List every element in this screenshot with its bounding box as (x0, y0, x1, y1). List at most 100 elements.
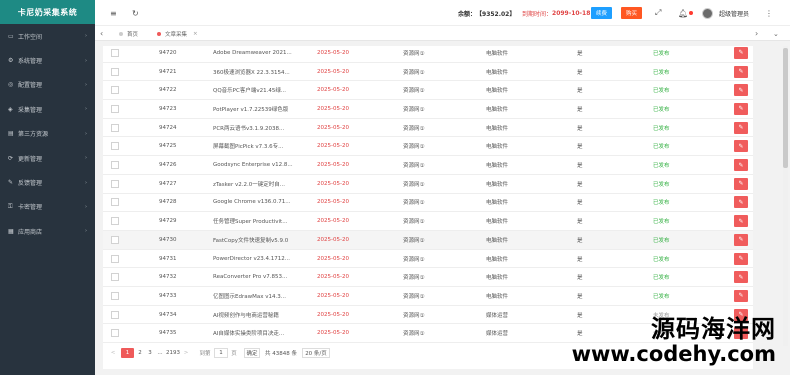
table-row[interactable]: 94730 FastCopy文件快速复制v5.9.0 2025-05-20 资源网① 电… (103, 231, 753, 250)
config-icon: ◎ (8, 81, 14, 89)
row-checkbox[interactable] (111, 217, 119, 226)
row-checkbox[interactable] (111, 235, 119, 244)
tab-home[interactable]: 首页 (119, 26, 138, 41)
row-checkbox[interactable] (111, 310, 119, 319)
edit-button[interactable]: ✎ (734, 84, 748, 97)
row-checkbox[interactable] (111, 291, 119, 300)
row-date: 2025-05-20 (317, 105, 349, 112)
row-id: 94729 (159, 218, 177, 225)
table-row[interactable]: 94724 PCR两云语书v3.1.9.2038... 2025-05-20 资源网①… (103, 119, 753, 138)
sidebar-item-8[interactable]: ▦ 应用商店 › (0, 219, 95, 243)
edit-button[interactable]: ✎ (734, 65, 748, 78)
table-row[interactable]: 94720 Adobe Dreamweaver 2021... 2025-05-20… (103, 46, 753, 63)
sidebar-item-6[interactable]: ✎ 反馈管理 › (0, 170, 95, 194)
table-row[interactable]: 94733 亿图图示EdrawMax v14.3... 2025-05-20 资源网①… (103, 287, 753, 306)
menu-toggle-icon[interactable]: ≡ (110, 0, 117, 26)
page-3-button[interactable]: 3 (146, 348, 154, 358)
edit-button[interactable]: ✎ (734, 271, 748, 284)
sidebar-item-4[interactable]: ▤ 第三方资源 › (0, 122, 95, 146)
row-checkbox[interactable] (111, 254, 119, 263)
table-row[interactable]: 94732 ReaConverter Pro v7.853... 2025-05-2… (103, 268, 753, 288)
sidebar-item-5[interactable]: ⟳ 更新管理 › (0, 146, 95, 170)
row-title[interactable]: PotPlayer v1.7.22539绿色版 (213, 105, 288, 113)
page-last-button[interactable]: 2193 (166, 348, 180, 358)
table-row[interactable]: 94721 360极速浏览器X 22.3.3154... 2025-05-20 资源网… (103, 63, 753, 82)
page-size-select[interactable]: 20 条/页 (302, 348, 330, 358)
row-title[interactable]: ReaConverter Pro v7.853... (213, 274, 287, 280)
tab-article-collect[interactable]: 文章采集 × (157, 26, 198, 41)
edit-button[interactable]: ✎ (734, 46, 748, 59)
row-checkbox[interactable] (111, 86, 119, 95)
fullscreen-icon[interactable]: ⤢ (655, 0, 661, 26)
row-title[interactable]: AI视频创作与电商运营秘籍 (213, 311, 279, 319)
goto-page-input[interactable]: 1 (214, 348, 228, 358)
row-title[interactable]: 屏幕截图PicPick v7.3.6专... (213, 142, 283, 150)
row-checkbox[interactable] (111, 123, 119, 132)
edit-button[interactable]: ✎ (734, 215, 748, 228)
refresh-icon[interactable]: ↻ (132, 0, 139, 26)
row-title[interactable]: QQ音乐PC客户端v21.45绿... (213, 86, 286, 94)
row-checkbox[interactable] (111, 273, 119, 282)
table-row[interactable]: 94726 Goodsync Enterprise v12.8... 2025-05… (103, 156, 753, 175)
row-checkbox[interactable] (111, 179, 119, 188)
row-title[interactable]: 亿图图示EdrawMax v14.3... (213, 292, 286, 300)
bell-icon[interactable]: 🔔︎ (678, 0, 694, 26)
sidebar-item-7[interactable]: ⚿ 卡密管理 › (0, 195, 95, 219)
row-checkbox[interactable] (111, 161, 119, 170)
edit-button[interactable]: ✎ (734, 289, 748, 302)
table-row[interactable]: 94725 屏幕截图PicPick v7.3.6专... 2025-05-20 资源网… (103, 138, 753, 157)
table-row[interactable]: 94729 任务管理Super Productivit... 2025-05-20 资… (103, 212, 753, 231)
edit-button[interactable]: ✎ (734, 159, 748, 172)
renew-button[interactable]: 续费 (591, 7, 613, 19)
buy-button[interactable]: 购买 (621, 7, 643, 19)
user-name[interactable]: 超级管理员 (719, 0, 749, 26)
table-row[interactable]: 94722 QQ音乐PC客户端v21.45绿... 2025-05-20 资源网① 电脑… (103, 81, 753, 101)
page-2-button[interactable]: 2 (136, 348, 144, 358)
edit-button[interactable]: ✎ (734, 177, 748, 190)
table-row[interactable]: 94731 PowerDirector v23.4.1712... 2025-05-… (103, 250, 753, 269)
row-checkbox[interactable] (111, 329, 119, 338)
edit-button[interactable]: ✎ (734, 233, 748, 246)
row-checkbox[interactable] (111, 104, 119, 113)
more-icon[interactable]: ⋮ (765, 0, 773, 26)
row-checkbox[interactable] (111, 142, 119, 151)
row-title[interactable]: PowerDirector v23.4.1712... (213, 256, 290, 262)
tab-scroll-right-icon[interactable]: › (755, 26, 758, 41)
edit-button[interactable]: ✎ (734, 102, 748, 115)
row-title[interactable]: 360极速浏览器X 22.3.3154... (213, 68, 290, 76)
table-row[interactable]: 94723 PotPlayer v1.7.22539绿色版 2025-05-20 资源… (103, 100, 753, 119)
page-prev-button[interactable]: < (109, 348, 117, 358)
row-checkbox[interactable] (111, 48, 119, 57)
sidebar-item-1[interactable]: ⚙ 系统管理 › (0, 48, 95, 72)
edit-button[interactable]: ✎ (734, 252, 748, 265)
row-title[interactable]: Goodsync Enterprise v12.8... (213, 162, 293, 168)
sidebar-item-0[interactable]: ▭ 工作空间 › (0, 24, 95, 48)
row-source: 资源网① (403, 106, 425, 113)
avatar[interactable] (702, 7, 713, 19)
goto-confirm-button[interactable]: 确定 (244, 348, 260, 358)
row-title[interactable]: 任务管理Super Productivit... (213, 217, 287, 225)
row-title[interactable]: Google Chrome v136.0.71... (213, 199, 290, 205)
tab-close-icon[interactable]: × (193, 31, 198, 37)
row-title[interactable]: zTasker v2.2.0一键定时自... (213, 180, 285, 188)
sidebar-item-2[interactable]: ◎ 配置管理 › (0, 73, 95, 97)
scrollbar-thumb[interactable] (783, 48, 788, 168)
row-checkbox[interactable] (111, 67, 119, 76)
row-title[interactable]: PCR两云语书v3.1.9.2038... (213, 124, 284, 132)
edit-button[interactable]: ✎ (734, 196, 748, 209)
tab-menu-chevron-down-icon[interactable]: ⌄ (773, 26, 779, 41)
edit-button[interactable]: ✎ (734, 140, 748, 153)
edit-button[interactable]: ✎ (734, 121, 748, 134)
row-title[interactable]: Adobe Dreamweaver 2021... (213, 50, 292, 56)
row-title[interactable]: FastCopy文件快速复制v5.9.0 (213, 236, 288, 244)
row-source: 资源网① (403, 88, 425, 95)
table-row[interactable]: 94727 zTasker v2.2.0一键定时自... 2025-05-20 资源网… (103, 175, 753, 194)
chevron-right-icon: › (85, 57, 87, 64)
row-checkbox[interactable] (111, 198, 119, 207)
page-next-button[interactable]: > (182, 348, 190, 358)
page-1-button[interactable]: 1 (121, 348, 134, 358)
table-row[interactable]: 94728 Google Chrome v136.0.71... 2025-05-2… (103, 194, 753, 213)
sidebar-item-3[interactable]: ◈ 采集管理 › (0, 97, 95, 121)
row-title[interactable]: AI自媒体实操类阶项目决走... (213, 329, 284, 337)
tab-scroll-left-icon[interactable]: ‹ (100, 26, 103, 41)
